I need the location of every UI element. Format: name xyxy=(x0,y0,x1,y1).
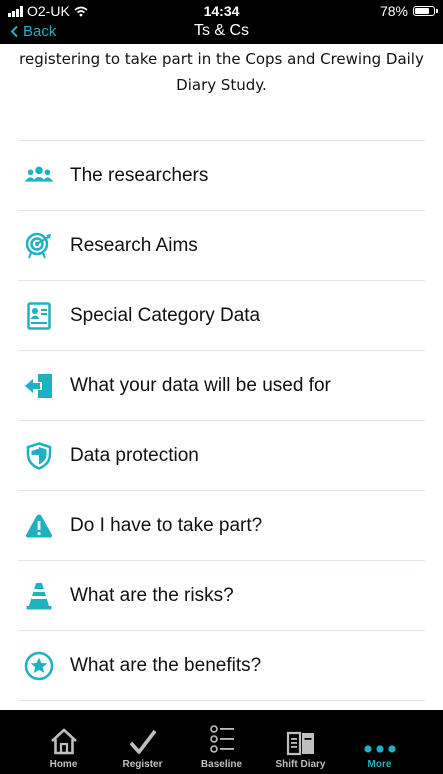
intro-text: registering to take part in the Cops and… xyxy=(19,50,424,94)
menu-item-label: Do I have to take part? xyxy=(70,514,263,536)
status-bar: O2-UK 14:34 78% xyxy=(0,0,443,22)
menu-item-special-category-data[interactable]: Special Category Data xyxy=(18,281,425,351)
tab-baseline[interactable]: Baseline xyxy=(187,710,257,774)
menu-item-researchers[interactable]: The researchers xyxy=(18,141,425,211)
tab-register[interactable]: Register xyxy=(108,710,178,774)
id-card-icon xyxy=(24,301,54,331)
menu-item-label: What are the risks? xyxy=(70,584,234,606)
tab-label: Home xyxy=(49,759,78,770)
tab-label: More xyxy=(367,759,392,770)
tab-home[interactable]: Home xyxy=(29,710,99,774)
menu-item-take-part[interactable]: Do I have to take part? xyxy=(18,491,425,561)
tab-label: Baseline xyxy=(200,759,243,770)
tab-more[interactable]: More xyxy=(345,710,415,774)
navigation-bar: Back Ts & Cs xyxy=(0,22,443,44)
checkmark-icon xyxy=(128,722,158,756)
menu-item-research-aims[interactable]: Research Aims xyxy=(18,211,425,281)
clock: 14:34 xyxy=(203,3,240,19)
menu-item-label: Special Category Data xyxy=(70,304,261,326)
battery-group: 78% xyxy=(379,3,438,19)
target-icon xyxy=(24,231,54,261)
battery-level-fill xyxy=(415,8,430,14)
menu-item-label: The researchers xyxy=(70,164,209,186)
tab-bar: Home Register Baseline Shift Diary More xyxy=(0,710,443,774)
menu-item-benefits[interactable]: What are the benefits? xyxy=(18,631,425,701)
traffic-cone-icon xyxy=(24,581,54,611)
tab-shift-diary[interactable]: Shift Diary xyxy=(266,710,336,774)
shield-icon xyxy=(24,441,54,471)
warning-icon xyxy=(24,511,54,541)
battery-icon xyxy=(413,6,438,16)
home-icon xyxy=(49,722,79,756)
tab-label: Register xyxy=(122,759,163,770)
page-title: Ts & Cs xyxy=(193,22,250,39)
menu-item-risks[interactable]: What are the risks? xyxy=(18,561,425,631)
menu-item-label: Research Aims xyxy=(70,234,198,256)
menu-item-label: What are the benefits? xyxy=(70,654,262,676)
list-icon xyxy=(208,722,236,756)
menu-item-data-usage[interactable]: What your data will be used for xyxy=(18,351,425,421)
terms-content[interactable]: registering to take part in the Cops and… xyxy=(0,44,443,710)
battery-percent: 78% xyxy=(379,3,408,19)
book-icon xyxy=(286,722,316,756)
menu-item-data-protection[interactable]: Data protection xyxy=(18,421,425,491)
exit-door-icon xyxy=(24,371,54,401)
people-icon xyxy=(24,161,54,191)
star-circle-icon xyxy=(24,651,54,681)
tab-label: Shift Diary xyxy=(275,759,326,770)
menu-item-label: What your data will be used for xyxy=(70,374,331,396)
menu-item-label: Data protection xyxy=(70,444,199,466)
more-dots-icon xyxy=(363,722,397,756)
